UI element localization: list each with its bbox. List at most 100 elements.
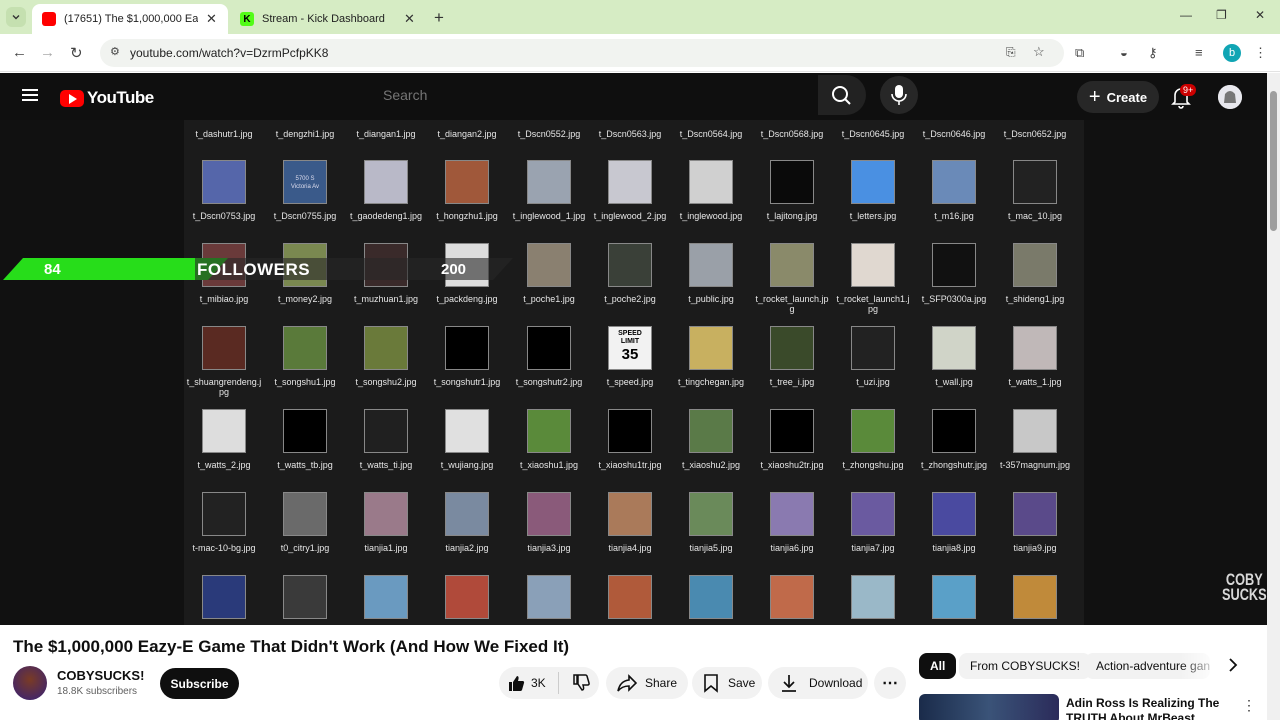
recommendation-thumbnail[interactable] — [919, 694, 1059, 720]
voice-search-button[interactable] — [880, 76, 918, 114]
extensions-icon[interactable]: ⧉ — [1075, 45, 1084, 61]
file-tile[interactable]: t0_citry1.jpg — [264, 492, 346, 553]
file-tile[interactable]: tianjia7.jpg — [832, 492, 914, 553]
file-tile[interactable]: t_m16.jpg — [913, 160, 995, 221]
file-tile[interactable]: t_songshutr1.jpg — [426, 326, 508, 387]
search-input[interactable] — [383, 87, 783, 103]
scrollbar-thumb[interactable] — [1270, 91, 1277, 231]
file-tile[interactable]: t_xiaoshu2.jpg — [670, 409, 752, 470]
file-tile[interactable]: t_letters.jpg — [832, 160, 914, 221]
file-tile[interactable] — [508, 575, 590, 619]
file-tile[interactable] — [264, 575, 346, 619]
forward-icon[interactable]: → — [40, 44, 55, 61]
file-tile[interactable]: tianjia3.jpg — [508, 492, 590, 553]
tab-search-button[interactable] — [6, 7, 26, 27]
chip-all[interactable]: All — [919, 653, 957, 679]
file-tile[interactable]: t_shuangrendeng.jpg — [183, 326, 265, 397]
file-tile[interactable] — [913, 575, 995, 619]
file-tile[interactable]: t_mac_10.jpg — [994, 160, 1076, 221]
save-button[interactable]: Save — [692, 667, 762, 699]
file-tile[interactable]: tianjia9.jpg — [994, 492, 1076, 553]
file-tile[interactable]: t_gaodedeng1.jpg — [345, 160, 427, 221]
bookmark-star-icon[interactable]: ☆ — [1033, 44, 1045, 60]
file-tile[interactable]: t_lajitong.jpg — [751, 160, 833, 221]
file-tile[interactable]: t_inglewood.jpg — [670, 160, 752, 221]
file-tile[interactable]: t_tingchegan.jpg — [670, 326, 752, 387]
file-tile[interactable]: t_songshu2.jpg — [345, 326, 427, 387]
menu-dots-icon[interactable]: ⋮ — [1254, 45, 1267, 61]
file-tile[interactable]: t-mac-10-bg.jpg — [183, 492, 265, 553]
profile-avatar[interactable]: b — [1223, 44, 1241, 62]
minimize-icon[interactable]: — — [1180, 8, 1192, 22]
media-control-icon[interactable]: ≡ — [1195, 45, 1203, 60]
file-tile[interactable] — [994, 575, 1076, 619]
recommendation-menu-icon[interactable]: ⋮ — [1242, 697, 1256, 714]
account-avatar[interactable] — [1218, 85, 1242, 109]
like-icon[interactable] — [506, 673, 526, 693]
file-tile[interactable]: t_shideng1.jpg — [994, 243, 1076, 304]
reload-icon[interactable]: ↻ — [70, 44, 83, 62]
file-tile[interactable]: t_SFP0300a.jpg — [913, 243, 995, 304]
file-tile[interactable]: t_wall.jpg — [913, 326, 995, 387]
dislike-icon[interactable] — [571, 673, 591, 693]
close-window-icon[interactable]: ✕ — [1255, 8, 1265, 22]
youtube-logo[interactable]: YouTube — [60, 88, 154, 108]
recommendation-title[interactable]: Adin Ross Is Realizing The TRUTH About M… — [1066, 696, 1226, 720]
file-tile[interactable]: t_xiaoshu1tr.jpg — [589, 409, 671, 470]
file-tile[interactable]: t-357magnum.jpg — [994, 409, 1076, 470]
file-tile[interactable]: 5700 S Victoria Av t_Dscn0755.jpg — [264, 160, 346, 221]
file-tile[interactable]: t_songshutr2.jpg — [508, 326, 590, 387]
file-tile[interactable]: t_poche1.jpg — [508, 243, 590, 304]
site-info-icon[interactable]: ⚙ — [110, 45, 120, 58]
tab-youtube[interactable]: (17651) The $1,000,000 Eazy-E ✕ — [32, 4, 228, 34]
file-tile[interactable]: t_watts_2.jpg — [183, 409, 265, 470]
back-icon[interactable]: ← — [12, 44, 27, 61]
file-tile[interactable]: tianjia6.jpg — [751, 492, 833, 553]
file-tile[interactable]: tianjia1.jpg — [345, 492, 427, 553]
file-tile[interactable]: SPEED LIMIT 35 t_speed.jpg — [589, 326, 671, 387]
share-button[interactable]: Share — [606, 667, 688, 699]
subscribe-button[interactable]: Subscribe — [160, 668, 239, 699]
incognito-icon[interactable]: ◒ — [1120, 45, 1128, 60]
channel-avatar[interactable] — [13, 666, 47, 700]
file-tile[interactable]: t_uzi.jpg — [832, 326, 914, 387]
close-tab-icon[interactable]: ✕ — [404, 11, 415, 27]
chevron-right-icon[interactable] — [1225, 657, 1241, 673]
hamburger-menu-icon[interactable] — [22, 89, 38, 101]
more-actions-button[interactable]: ⋯ — [874, 667, 906, 699]
file-tile[interactable]: t_public.jpg — [670, 243, 752, 304]
file-tile[interactable] — [670, 575, 752, 619]
install-app-icon[interactable]: ⎘ — [1006, 45, 1016, 60]
file-tile[interactable] — [832, 575, 914, 619]
close-tab-icon[interactable]: ✕ — [206, 11, 217, 27]
file-tile[interactable] — [426, 575, 508, 619]
file-tile[interactable]: t_zhongshu.jpg — [832, 409, 914, 470]
file-tile[interactable]: tianjia2.jpg — [426, 492, 508, 553]
key-icon[interactable]: ⚷ — [1148, 45, 1158, 61]
file-tile[interactable]: t_poche2.jpg — [589, 243, 671, 304]
file-tile[interactable]: t_hongzhu1.jpg — [426, 160, 508, 221]
file-tile[interactable]: t_zhongshutr.jpg — [913, 409, 995, 470]
file-tile[interactable]: tianjia4.jpg — [589, 492, 671, 553]
file-tile[interactable] — [183, 575, 265, 619]
download-button[interactable]: Download — [768, 667, 868, 699]
file-tile[interactable]: t_rocket_launch1.jpg — [832, 243, 914, 314]
file-tile[interactable]: t_songshu1.jpg — [264, 326, 346, 387]
page-scrollbar[interactable] — [1267, 73, 1280, 720]
file-tile[interactable]: t_xiaoshu1.jpg — [508, 409, 590, 470]
channel-name[interactable]: COBYSUCKS! — [57, 668, 144, 683]
file-tile[interactable]: t_inglewood_2.jpg — [589, 160, 671, 221]
file-tile[interactable] — [751, 575, 833, 619]
file-tile[interactable]: t_xiaoshu2tr.jpg — [751, 409, 833, 470]
file-tile[interactable]: tianjia5.jpg — [670, 492, 752, 553]
file-tile[interactable] — [589, 575, 671, 619]
address-bar[interactable]: ⚙ youtube.com/watch?v=DzrmPcfpKK8 ⎘ ☆ — [100, 39, 1064, 67]
file-tile[interactable]: t_watts_ti.jpg — [345, 409, 427, 470]
file-tile[interactable]: t_watts_tb.jpg — [264, 409, 346, 470]
tab-kick[interactable]: K Stream - Kick Dashboard ✕ — [230, 4, 428, 34]
file-tile[interactable]: t_rocket_launch.jpg — [751, 243, 833, 314]
video-player[interactable]: t_dashutr1.jpg t_dengzhi1.jpg t_diangan1.j… — [0, 120, 1267, 625]
create-button[interactable]: + Create — [1077, 81, 1159, 113]
search-button[interactable] — [818, 75, 866, 115]
file-tile[interactable]: t_Dscn0753.jpg — [183, 160, 265, 221]
